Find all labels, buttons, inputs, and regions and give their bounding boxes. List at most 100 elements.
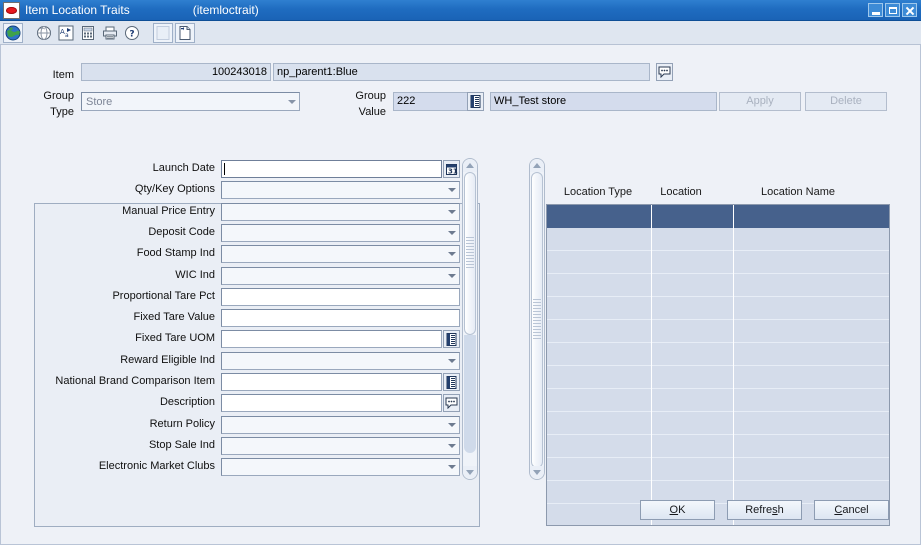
column-separator-1 <box>651 205 652 525</box>
chevron-down-icon[interactable] <box>444 353 459 369</box>
table-row[interactable] <box>547 297 889 320</box>
comment-icon[interactable] <box>443 394 460 412</box>
table-row[interactable] <box>547 320 889 343</box>
group-type-value: Store <box>86 95 113 108</box>
form-scroll-up-arrow[interactable] <box>463 159 477 172</box>
blank-page-icon[interactable] <box>153 22 173 43</box>
maximize-button[interactable] <box>885 3 900 17</box>
svg-text:?: ? <box>129 29 134 39</box>
field-label-1: Qty/Key Options <box>134 183 215 195</box>
field-input-11[interactable] <box>221 394 442 412</box>
item-label: Item <box>52 69 74 81</box>
table-row[interactable] <box>547 274 889 297</box>
text-caret <box>224 163 225 175</box>
table-vertical-scrollbar[interactable] <box>529 158 545 480</box>
table-row[interactable] <box>547 366 889 389</box>
refresh-label-post: h <box>777 504 784 516</box>
field-select-3[interactable] <box>221 224 460 242</box>
table-scroll-up-arrow[interactable] <box>530 159 544 172</box>
table-scroll-grip <box>533 299 541 339</box>
refresh-label-pre: Refre <box>745 504 773 516</box>
form-scroll-down-arrow[interactable] <box>463 466 477 479</box>
table-row[interactable] <box>547 343 889 366</box>
field-select-2[interactable] <box>221 203 460 221</box>
svg-text:31: 31 <box>448 167 458 175</box>
field-select-13[interactable] <box>221 437 460 455</box>
chevron-down-icon[interactable] <box>444 459 459 475</box>
table-row[interactable] <box>547 389 889 412</box>
form-vertical-scrollbar[interactable] <box>462 158 478 480</box>
form-scroll-track[interactable] <box>464 335 476 453</box>
table-scroll-down-arrow[interactable] <box>530 466 544 479</box>
delete-button[interactable]: Delete <box>805 92 887 111</box>
field-select-4[interactable] <box>221 245 460 263</box>
table-row[interactable] <box>547 435 889 458</box>
list-of-values-icon[interactable] <box>467 92 484 111</box>
group-value-label-line1: Group <box>355 90 386 102</box>
item-description-field[interactable]: np_parent1:Blue <box>273 63 650 81</box>
field-select-14[interactable] <box>221 458 460 476</box>
table-row[interactable] <box>547 205 889 228</box>
field-label-11: Description <box>159 396 215 408</box>
field-label-5: WIC Ind <box>175 269 215 281</box>
item-number-field[interactable]: 100243018 <box>81 63 271 81</box>
field-input-6[interactable] <box>221 288 460 306</box>
chevron-down-icon[interactable] <box>444 225 459 241</box>
ok-button[interactable]: OK <box>640 500 715 520</box>
chevron-down-icon[interactable] <box>444 438 459 454</box>
table-row[interactable] <box>547 458 889 481</box>
ok-mnemonic: O <box>669 504 679 516</box>
chevron-down-icon[interactable] <box>444 182 459 198</box>
calendar-icon[interactable]: 31 <box>443 160 460 178</box>
window-subtitle: (itemloctrait) <box>192 3 259 17</box>
oracle-forms-icon <box>3 1 20 19</box>
form-canvas: Item 100243018 np_parent1:Blue Group Typ… <box>0 45 921 545</box>
field-label-14: Electronic Market Clubs <box>98 460 215 472</box>
field-label-8: Fixed Tare UOM <box>135 332 215 344</box>
chevron-down-icon[interactable] <box>444 417 459 433</box>
list-of-values-icon[interactable] <box>443 373 460 391</box>
chevron-down-icon[interactable] <box>284 93 299 110</box>
field-select-1[interactable] <box>221 181 460 199</box>
group-type-label-line1: Group <box>43 90 74 102</box>
chevron-down-icon[interactable] <box>444 268 459 284</box>
close-button[interactable] <box>902 3 917 17</box>
comment-icon[interactable] <box>656 63 673 81</box>
field-input-10[interactable] <box>221 373 442 391</box>
minimize-button[interactable] <box>868 3 883 17</box>
globe-icon[interactable] <box>3 22 23 43</box>
window-title: Item Location Traits <box>25 3 130 17</box>
list-of-values-icon[interactable] <box>443 330 460 348</box>
field-select-9[interactable] <box>221 352 460 370</box>
spellcheck-icon[interactable]: A a <box>56 23 76 43</box>
refresh-button[interactable]: Refresh <box>727 500 802 520</box>
field-input-7[interactable] <box>221 309 460 327</box>
field-label-13: Stop Sale Ind <box>148 439 215 451</box>
field-select-12[interactable] <box>221 416 460 434</box>
ok-label-post: K <box>678 504 686 516</box>
field-input-8[interactable] <box>221 330 442 348</box>
table-row[interactable] <box>547 228 889 251</box>
column-separator-2 <box>733 205 734 525</box>
new-page-icon[interactable] <box>175 22 195 43</box>
table-row[interactable] <box>547 412 889 435</box>
group-type-select[interactable]: Store <box>81 92 300 111</box>
help-icon[interactable]: ? <box>122 23 142 43</box>
field-input-0[interactable] <box>221 160 442 178</box>
chevron-down-icon[interactable] <box>444 204 459 220</box>
printer-icon[interactable] <box>100 23 120 43</box>
window-titlebar: Item Location Traits (itemloctrait) <box>0 0 921 21</box>
table-row[interactable] <box>547 251 889 274</box>
cancel-button[interactable]: Cancel <box>814 500 889 520</box>
group-value-code-field[interactable]: 222 <box>393 92 476 111</box>
field-select-5[interactable] <box>221 267 460 285</box>
calculator-icon[interactable] <box>78 23 98 43</box>
location-table[interactable] <box>546 204 890 526</box>
globe-gray-icon[interactable] <box>34 23 54 43</box>
column-header-2[interactable]: Location Name <box>703 186 893 198</box>
form-scroll-grip <box>466 237 474 270</box>
field-label-12: Return Policy <box>149 418 215 430</box>
apply-button[interactable]: Apply <box>719 92 801 111</box>
chevron-down-icon[interactable] <box>444 246 459 262</box>
group-value-name-field[interactable]: WH_Test store <box>490 92 717 111</box>
